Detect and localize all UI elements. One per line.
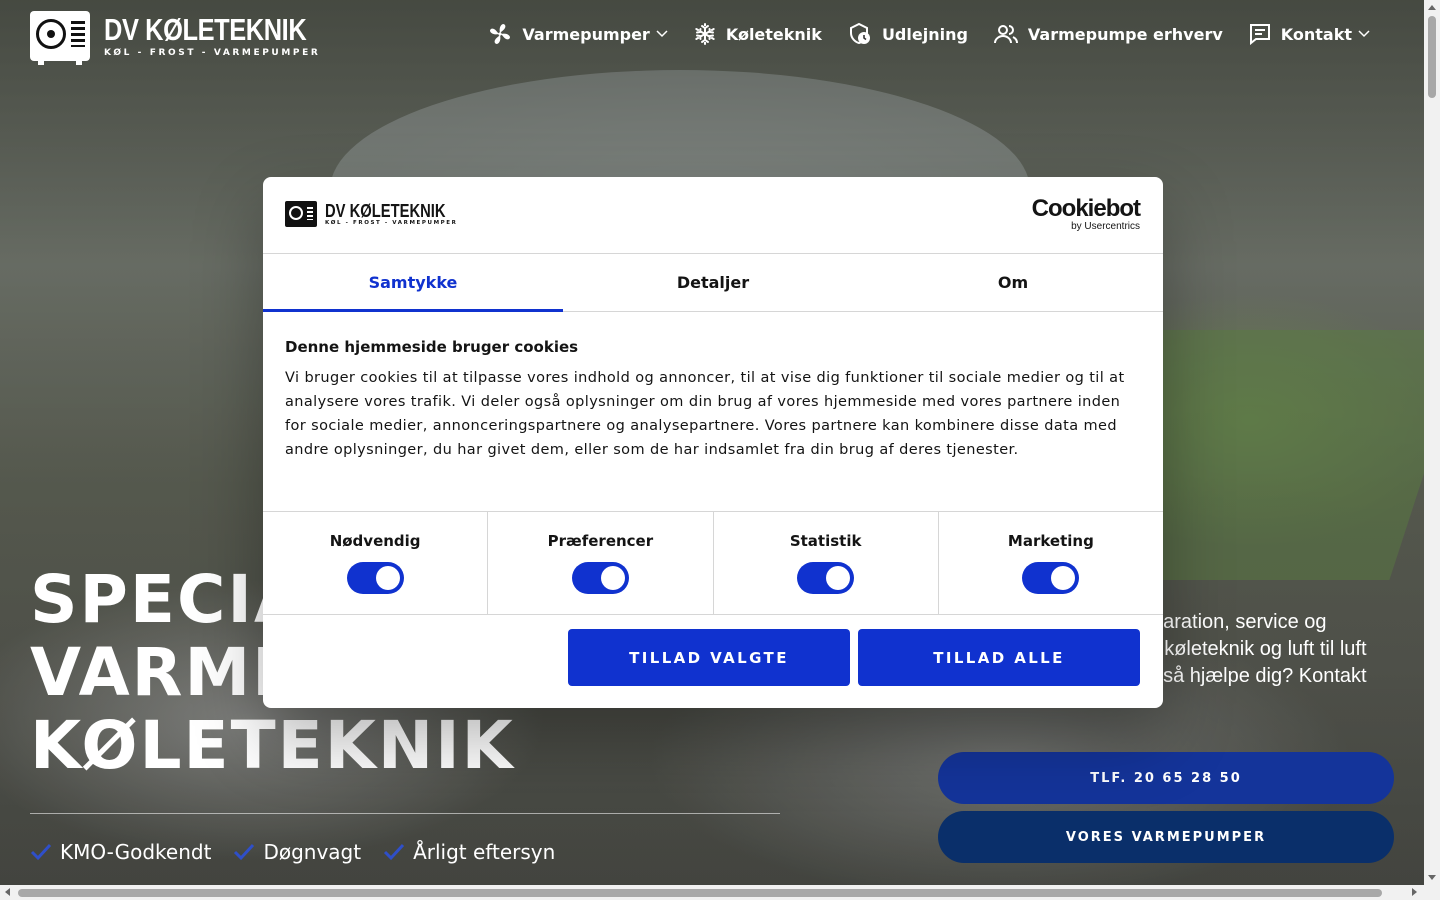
marketing-switch[interactable] xyxy=(1022,562,1080,594)
chevron-down-icon xyxy=(1358,30,1370,38)
scroll-down-arrow[interactable] xyxy=(1428,875,1436,880)
tab-samtykke[interactable]: Samtykke xyxy=(263,254,563,312)
shield-rental-icon xyxy=(849,22,870,45)
cookiebot-logo[interactable]: Cookiebot by Usercentrics xyxy=(1031,195,1141,233)
usp-item: Årligt eftersyn xyxy=(383,840,555,864)
dialog-logo-name: DV KØLETEKNIK xyxy=(325,201,446,221)
dialog-actions: TILLAD VALGTE TILLAD ALLE xyxy=(568,629,1140,686)
nav-item-varmepumpe-erhverv[interactable]: Varmepumpe erhverv xyxy=(993,23,1223,45)
cookiebot-sub: by Usercentrics xyxy=(1071,221,1140,232)
usp-label: Døgnvagt xyxy=(263,840,362,864)
logo-tagline: KØL - FROST - VARMEPUMPER xyxy=(104,48,321,58)
preferences-switch[interactable] xyxy=(571,562,629,594)
usp-label: Årligt eftersyn xyxy=(413,840,556,864)
dialog-text: Vi bruger cookies til at tilpasse vores … xyxy=(285,370,1125,458)
tab-om[interactable]: Om xyxy=(863,254,1163,311)
logo-unit-icon xyxy=(30,11,90,65)
dialog-body: Denne hjemmeside bruger cookies Vi bruge… xyxy=(263,312,1163,509)
nav-item-kontakt[interactable]: Kontakt xyxy=(1249,23,1370,45)
allow-all-button[interactable]: TILLAD ALLE xyxy=(858,629,1140,686)
toggle-group-preferences: Præferencer xyxy=(488,512,714,614)
dialog-heading: Denne hjemmeside bruger cookies xyxy=(285,338,579,356)
fan-icon xyxy=(490,24,511,44)
chevron-down-icon xyxy=(656,30,668,38)
nav-label: Varmepumpe erhverv xyxy=(1027,24,1223,44)
people-icon xyxy=(993,25,1018,44)
allow-selected-button[interactable]: TILLAD VALGTE xyxy=(568,629,850,686)
logo-text: DV KØLETEKNIK KØL - FROST - VARMEPUMPER xyxy=(104,12,351,59)
usp-item: KMO-Godkendt xyxy=(30,840,211,864)
toggle-label: Statistik xyxy=(789,532,862,550)
toggle-group-marketing: Marketing xyxy=(939,512,1163,614)
logo-name: DV KØLETEKNIK xyxy=(104,12,307,47)
usp-label: KMO-Godkendt xyxy=(60,840,212,864)
toggle-label: Nødvendig xyxy=(329,532,421,550)
nav-label: Kontakt xyxy=(1280,24,1352,44)
hero-divider xyxy=(30,813,780,814)
check-icon xyxy=(30,843,52,861)
dialog-tabs: Samtykke Detaljer Om xyxy=(263,254,1163,312)
dialog-site-logo: DV KØLETEKNIK KØL - FROST - VARMEPUMPER xyxy=(285,201,472,227)
scroll-up-arrow[interactable] xyxy=(1428,5,1436,10)
nav-item-koleteknik[interactable]: Køleteknik xyxy=(694,23,822,45)
our-heatpumps-button[interactable]: VORES VARMEPUMPER xyxy=(938,811,1394,863)
hero-title-line-3: KØLETEKNIK xyxy=(30,707,515,784)
consent-toggles: Nødvendig Præferencer Statistik Marketin… xyxy=(263,511,1163,615)
vertical-scrollbar[interactable] xyxy=(1424,0,1440,885)
nav-label: Køleteknik xyxy=(725,24,822,44)
nav-label: Udlejning xyxy=(881,24,968,44)
scroll-right-arrow[interactable] xyxy=(1412,888,1417,896)
cookie-consent-dialog: DV KØLETEKNIK KØL - FROST - VARMEPUMPER … xyxy=(263,177,1163,708)
main-nav: Varmepumper Køleteknik Udlejning Varmepu… xyxy=(488,22,1370,46)
chat-icon xyxy=(1249,24,1270,45)
usp-list: KMO-Godkendt Døgnvagt Årligt eftersyn xyxy=(30,840,555,864)
toggle-group-statistics: Statistik xyxy=(714,512,939,614)
statistics-switch[interactable] xyxy=(797,562,855,594)
necessary-switch[interactable] xyxy=(346,562,404,594)
toggle-label: Marketing xyxy=(1007,532,1094,550)
horizontal-scrollbar[interactable] xyxy=(0,885,1440,900)
cookiebot-brand: Cookiebot xyxy=(1031,195,1141,222)
site-logo[interactable]: DV KØLETEKNIK KØL - FROST - VARMEPUMPER xyxy=(30,11,351,65)
usp-item: Døgnvagt xyxy=(233,840,361,864)
dialog-header: DV KØLETEKNIK KØL - FROST - VARMEPUMPER … xyxy=(263,177,1163,254)
tab-detaljer[interactable]: Detaljer xyxy=(563,254,863,311)
nav-label: Varmepumper xyxy=(522,24,650,44)
call-phone-button[interactable]: TLF. 20 65 28 50 xyxy=(938,752,1394,804)
scroll-left-arrow[interactable] xyxy=(5,888,10,896)
nav-item-varmepumper[interactable]: Varmepumper xyxy=(488,22,668,46)
scrollbar-thumb[interactable] xyxy=(18,889,1382,897)
snowflake-icon xyxy=(695,23,715,45)
nav-item-udlejning[interactable]: Udlejning xyxy=(848,22,968,46)
toggle-label: Præferencer xyxy=(547,532,654,550)
scrollbar-thumb[interactable] xyxy=(1428,16,1436,98)
check-icon xyxy=(234,843,255,861)
toggle-group-necessary: Nødvendig xyxy=(263,512,489,614)
check-icon xyxy=(384,843,405,861)
logo-unit-icon xyxy=(285,201,317,227)
